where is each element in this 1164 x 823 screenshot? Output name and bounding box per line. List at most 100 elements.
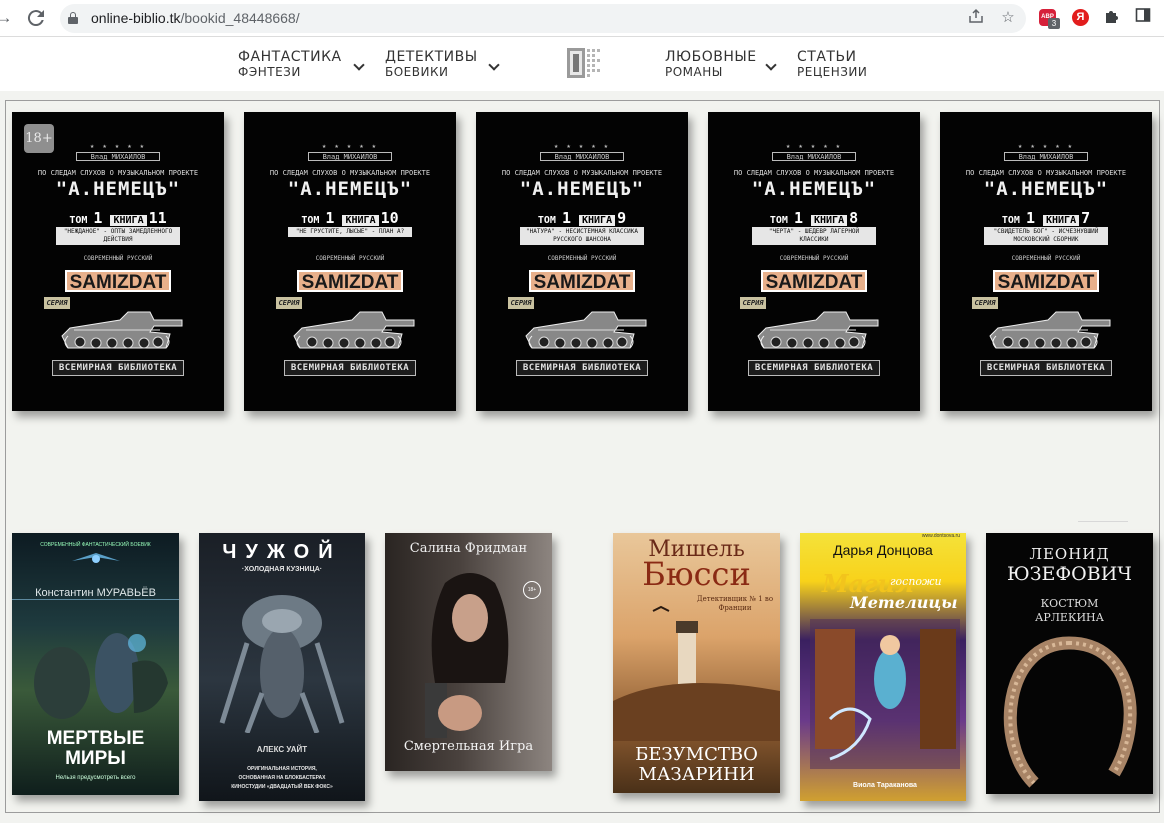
cover-author: Дарья Донцова xyxy=(833,542,933,558)
book-cover-metelitsy[interactable]: www.dontsova.ru Дарья Донцова Магия госп… xyxy=(800,533,966,801)
cover-subtitle: "НАТУРА" - НЕСИСТЕМНАЯ КЛАССИКА РУССКОГО… xyxy=(520,227,644,245)
book-cover-mertvye-miry[interactable]: СОВРЕМЕННЫЙ ФАНТАСТИЧЕСКИЙ БОЕВИК Конста… xyxy=(12,533,179,795)
cover-sovremenny: СОВРЕМЕННЫЙ РУССКИЙ xyxy=(1011,255,1081,262)
forward-arrow-icon[interactable]: → xyxy=(0,6,16,30)
cover-title-line3: Метелицы xyxy=(850,593,958,612)
nav-item-stati[interactable]: СТАТЬИ РЕЦЕНЗИИ xyxy=(797,49,867,80)
alien-illustration xyxy=(219,595,345,733)
tom-number: 1 xyxy=(561,209,571,227)
cover-bottom-series: Виола Тараканова xyxy=(853,782,917,789)
url-text[interactable]: online-biblio.tk/bookid_48448668/ xyxy=(91,10,300,26)
kniga-number: 11 xyxy=(148,209,167,227)
nav-item-detektivy[interactable]: ДЕТЕКТИВЫ БОЕВИКИ xyxy=(385,49,500,80)
lock-icon[interactable] xyxy=(68,12,78,24)
kniga-word: КНИГА xyxy=(579,215,616,226)
kniga-word: КНИГА xyxy=(342,215,379,226)
cover-author: Салина Фридман xyxy=(409,541,528,556)
cover-stars: ★ ★ ★ ★ ★ xyxy=(90,142,146,150)
cover-title-line1: КОСТЮМ xyxy=(1040,597,1099,610)
nav-item-lyubovnye[interactable]: ЛЮБОВНЫЕ РОМАНЫ xyxy=(665,49,777,80)
cover-title: "А.НЕМЕЦЪ" xyxy=(751,178,877,200)
bookmark-star-icon[interactable]: ☆ xyxy=(998,8,1018,28)
tom-word: ТОМ xyxy=(69,215,88,226)
cover-seriya: СЕРИЯ xyxy=(44,297,70,309)
cover-library-label: ВСЕМИРНАЯ БИБЛИОТЕКА xyxy=(748,360,880,376)
kniga-number: 7 xyxy=(1081,209,1091,227)
cover-stars: ★ ★ ★ ★ ★ xyxy=(1018,142,1074,150)
site-header: ФАНТАСТИКА ФЭНТЕЗИ ДЕТЕКТИВЫ БОЕВИКИ ЛЮБ… xyxy=(0,37,1164,91)
cover-sovremenny: СОВРЕМЕННЫЙ РУССКИЙ xyxy=(83,255,153,262)
book-cover-samizdat[interactable]: ★ ★ ★ ★ ★ Влад МИХАЙЛОВ ПО СЛЕДАМ СЛУХОВ О… xyxy=(244,112,456,411)
nav-label-secondary: РЕЦЕНЗИИ xyxy=(797,65,868,79)
kniga-number: 10 xyxy=(380,209,399,227)
book-cover-smertelnaya-igra[interactable]: Салина Фридман 18+ Смертельная Игра xyxy=(385,533,552,771)
book-cover-chuzhoy[interactable]: ЧУЖОЙ ·ХОЛОДНАЯ КУЗНИЦА· АЛЕКС УАЙТ ОРИГ… xyxy=(199,533,365,801)
reload-icon[interactable] xyxy=(24,6,48,30)
cover-stars: ★ ★ ★ ★ ★ xyxy=(554,142,610,150)
cover-title: ЧУЖОЙ xyxy=(222,541,342,563)
book-cover-samizdat[interactable]: 18+ ★ ★ ★ ★ ★ Влад МИХАЙЛОВ ПО СЛЕДАМ СЛУХО… xyxy=(12,112,224,411)
samizdat-logo: SAMIZDAT xyxy=(297,270,403,293)
cover-subtitle: ·ХОЛОДНАЯ КУЗНИЦА· xyxy=(241,566,323,573)
tom-word: ТОМ xyxy=(537,215,556,226)
cover-sovremenny: СОВРЕМЕННЫЙ РУССКИЙ xyxy=(547,255,617,262)
chevron-down-icon[interactable] xyxy=(353,59,365,71)
tom-number: 1 xyxy=(93,209,103,227)
nav-label-secondary: РОМАНЫ xyxy=(665,65,723,79)
yandex-label: Я xyxy=(1072,9,1089,26)
cover-author: АЛЕКС УАЙТ xyxy=(256,745,308,754)
woman-with-gun-illustration xyxy=(425,573,509,738)
address-bar[interactable]: online-biblio.tk/bookid_48448668/ ☆ xyxy=(60,4,1026,33)
cover-project: ПО СЛЕДАМ СЛУХОВ О МУЗЫКАЛЬНОМ ПРОЕКТЕ xyxy=(733,169,895,177)
tom-word: ТОМ xyxy=(301,215,320,226)
url-host: online-biblio.tk xyxy=(91,10,181,26)
yandex-extension-icon[interactable]: Я xyxy=(1070,7,1092,29)
chevron-down-icon[interactable] xyxy=(488,59,500,71)
book-cover-samizdat[interactable]: ★ ★ ★ ★ ★ Влад МИХАЙЛОВ ПО СЛЕДАМ СЛУХОВ О… xyxy=(940,112,1152,411)
site-logo[interactable] xyxy=(565,45,601,81)
extensions-puzzle-icon[interactable] xyxy=(1101,7,1123,29)
cover-site: www.dontsova.ru xyxy=(921,533,960,539)
adblock-extension-icon[interactable]: ABP 3 xyxy=(1037,7,1060,29)
cover-title-line2: госпожи xyxy=(890,575,942,588)
serpent-ring-illustration xyxy=(1003,636,1137,788)
cover-author: Влад МИХАЙЛОВ xyxy=(540,152,624,161)
tom-number: 1 xyxy=(1025,209,1035,227)
book-cover-kostyum-arlekina[interactable]: ЛЕОНИД ЮЗЕФОВИЧ КОСТЮМ АРЛЕКИНА xyxy=(986,533,1153,794)
cover-subtitle: "НЕ ГРУСТИТЕ, ЛЫСЫЕ" - ПЛАН А? xyxy=(288,227,412,237)
nav-item-fantastika[interactable]: ФАНТАСТИКА ФЭНТЕЗИ xyxy=(238,49,365,80)
winged-emblem-icon xyxy=(72,553,120,563)
cover-title-line2: АРЛЕКИНА xyxy=(1035,611,1104,624)
cover-title-line1: МЕРТВЫЕ xyxy=(46,728,145,749)
cover-desc-line: ОРИГИНАЛЬНАЯ ИСТОРИЯ, xyxy=(247,766,317,772)
cover-library-label: ВСЕМИРНАЯ БИБЛИОТЕКА xyxy=(52,360,184,376)
book-cover-samizdat[interactable]: ★ ★ ★ ★ ★ Влад МИХАЙЛОВ ПО СЛЕДАМ СЛУХОВ О… xyxy=(476,112,688,411)
cover-project: ПО СЛЕДАМ СЛУХОВ О МУЗЫКАЛЬНОМ ПРОЕКТЕ xyxy=(965,169,1127,177)
tank-illustration xyxy=(61,311,183,349)
cover-rule xyxy=(12,599,179,600)
cover-seriya: СЕРИЯ xyxy=(972,297,998,309)
book-cover-mazarini[interactable]: Мишель Бюсси Детективщик № 1 во Франции … xyxy=(613,533,780,793)
cover-subtitle: "НЕЖДАНОЕ" - ОПТЫ ЗАМЕДЛЕННОГО ДЕЙСТВИЯ xyxy=(56,227,180,245)
book-cover-samizdat[interactable]: ★ ★ ★ ★ ★ Влад МИХАЙЛОВ ПО СЛЕДАМ СЛУХОВ О… xyxy=(708,112,920,411)
fighters-illustration xyxy=(34,633,168,719)
samizdat-logo: SAMIZDAT xyxy=(529,270,635,293)
cover-stars: ★ ★ ★ ★ ★ xyxy=(786,142,842,150)
kniga-word: КНИГА xyxy=(110,215,147,226)
nav-label-primary: СТАТЬИ xyxy=(797,49,857,65)
nav-label-primary: ЛЮБОВНЫЕ xyxy=(665,49,757,65)
adblock-badge: 3 xyxy=(1048,18,1060,29)
cover-sovremenny: СОВРЕМЕННЫЙ РУССКИЙ xyxy=(315,255,385,262)
kniga-word: КНИГА xyxy=(811,215,848,226)
chevron-down-icon[interactable] xyxy=(765,59,777,71)
cover-sovremenny: СОВРЕМЕННЫЙ РУССКИЙ xyxy=(779,255,849,262)
tom-number: 1 xyxy=(325,209,335,227)
share-icon[interactable] xyxy=(966,8,986,28)
cover-author: Влад МИХАЙЛОВ xyxy=(308,152,392,161)
cover-volume: ТОМ 1 КНИГА 7 xyxy=(940,209,1152,227)
cover-title: "А.НЕМЕЦЪ" xyxy=(519,178,645,200)
tank-illustration xyxy=(989,311,1111,349)
cover-volume: ТОМ 1 КНИГА 10 xyxy=(244,209,456,227)
cover-seriya: СЕРИЯ xyxy=(740,297,766,309)
side-panel-icon[interactable] xyxy=(1132,7,1154,29)
